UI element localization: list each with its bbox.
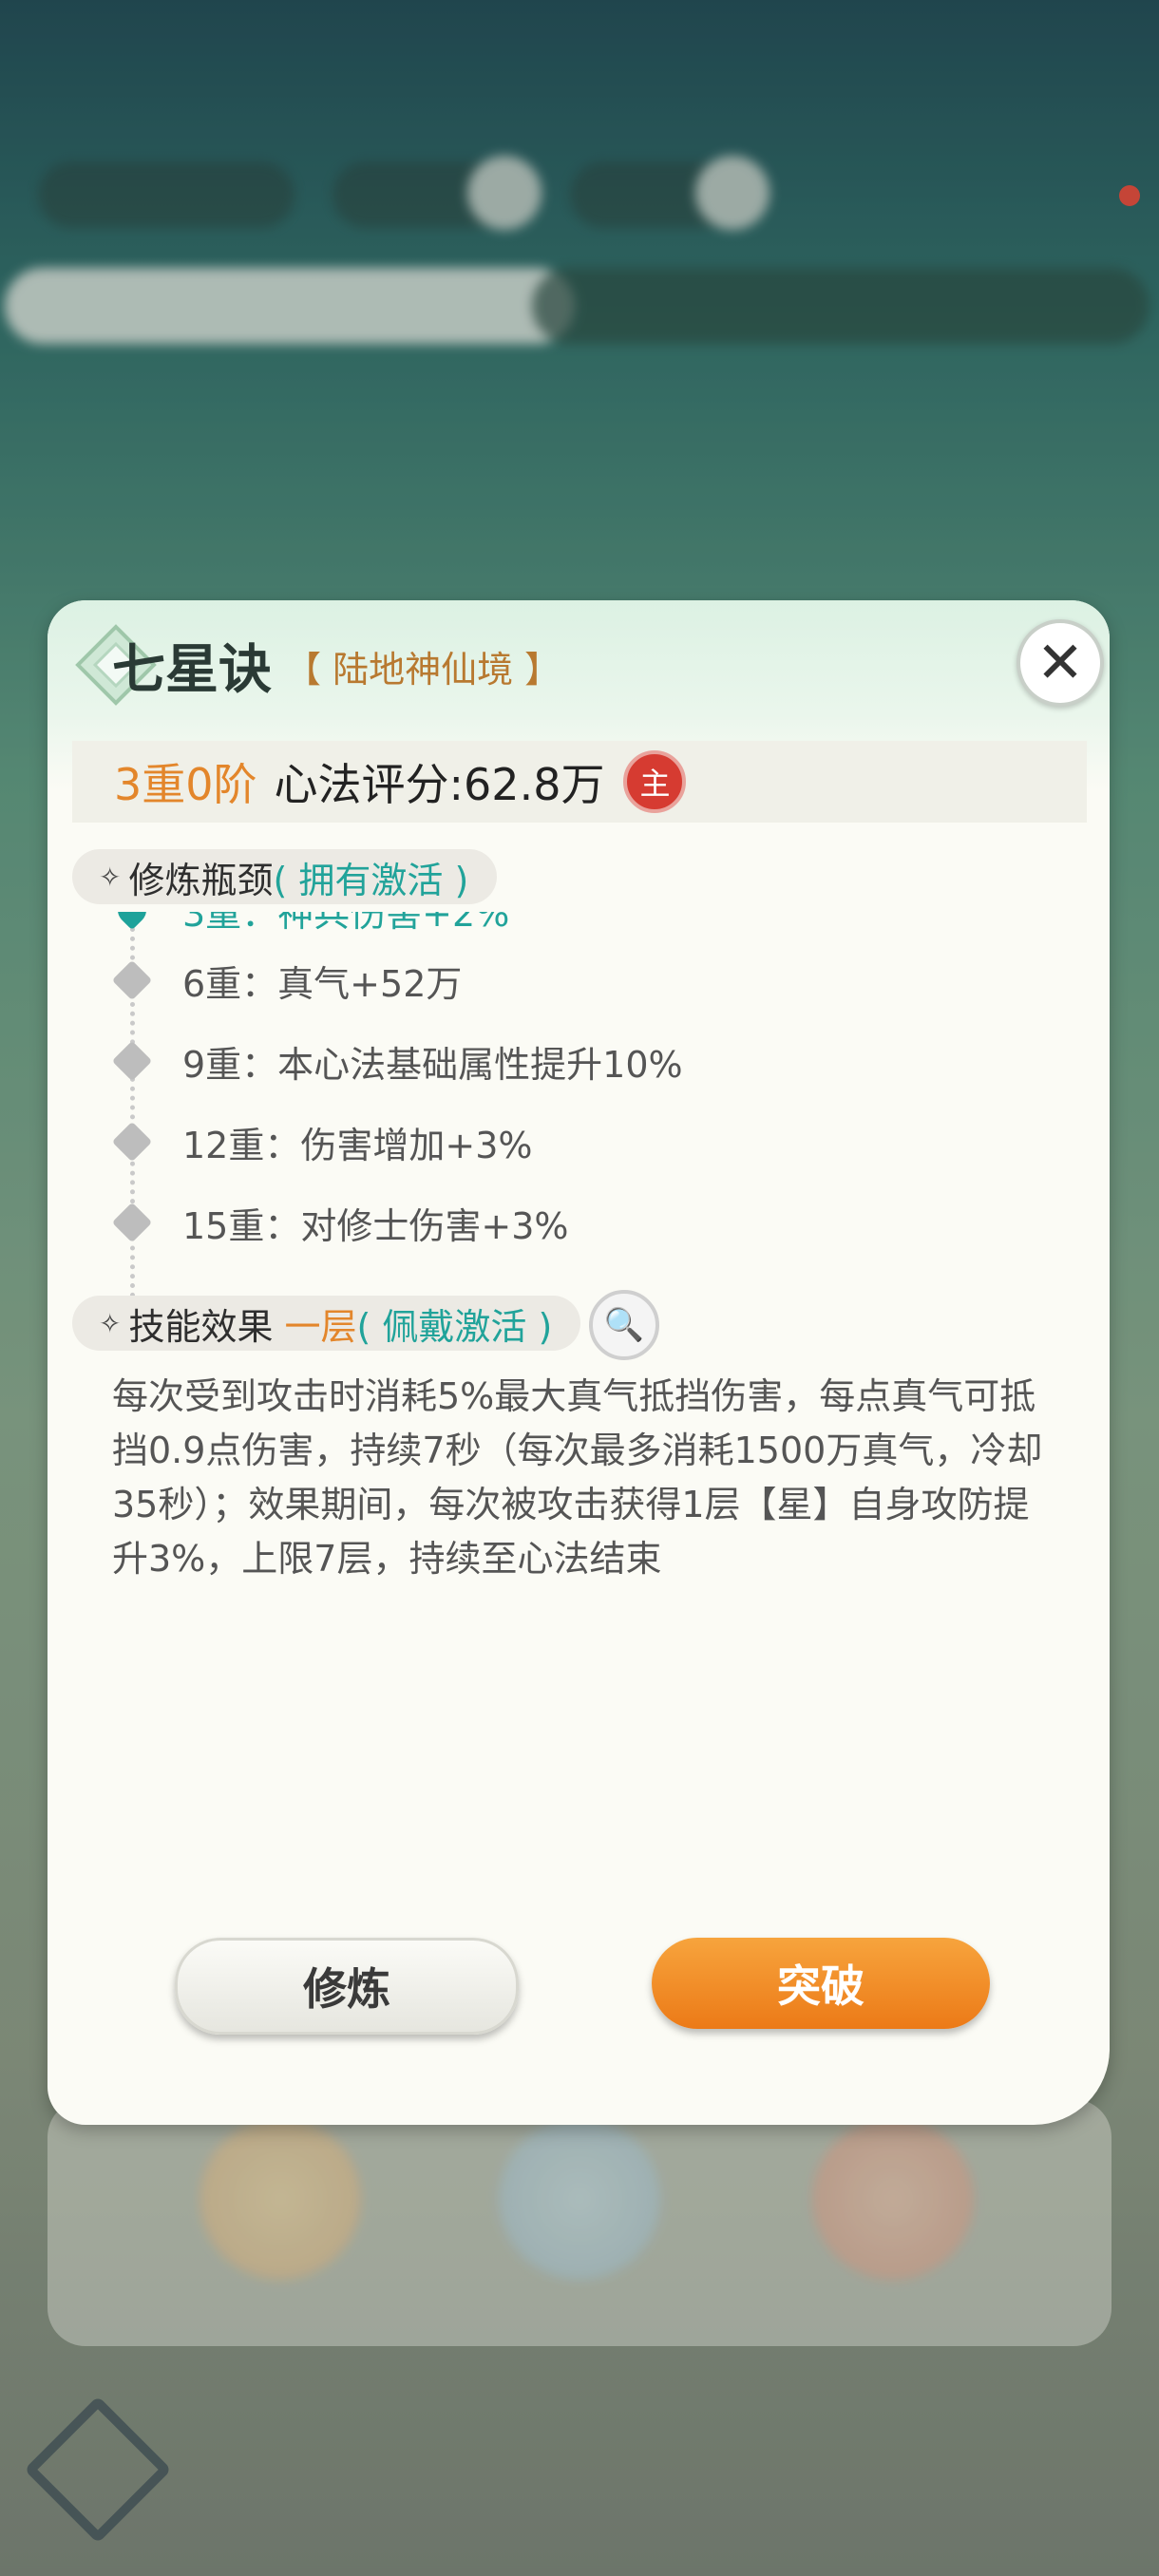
- realm-tag: 【 陆地神仙境 】: [285, 649, 561, 691]
- list-item: 9重：本心法基础属性提升10%: [86, 1032, 683, 1089]
- search-icon: 🔍: [603, 1306, 645, 1344]
- bottleneck-status: ( 拥有激活 ): [273, 859, 469, 901]
- list-item: 6重：真气+52万: [86, 952, 462, 1009]
- active-marker-icon: [111, 912, 153, 931]
- score-text: 心法评分:62.8万: [274, 759, 605, 810]
- dialog-title: 七星诀: [112, 639, 272, 701]
- diamond-marker-icon: [111, 1202, 153, 1243]
- diamond-marker-icon: [111, 959, 153, 1001]
- diamond-marker-icon: [111, 1121, 153, 1163]
- list-item: 15重：对修士伤害+3%: [86, 1194, 568, 1251]
- bottleneck-list[interactable]: 3重：神兵伤害+2% 6重：真气+52万 9重：本心法基础属性提升10% 12重…: [86, 912, 1074, 1303]
- skill-label: 技能效果: [128, 1305, 274, 1348]
- score-bar: 3重0阶 心法评分:62.8万 主: [72, 741, 1087, 823]
- train-button[interactable]: 修炼: [175, 1938, 519, 2035]
- sparkle-icon: ✧: [99, 861, 122, 893]
- magnifier-button[interactable]: 🔍: [589, 1290, 659, 1360]
- skill-level: 一层: [284, 1305, 357, 1348]
- diamond-marker-icon: [111, 1040, 153, 1082]
- bottleneck-section-header: ✧ 修炼瓶颈 ( 拥有激活 ): [72, 849, 498, 904]
- score-level: 3重0阶: [114, 759, 257, 810]
- skill-status: ( 佩戴激活 ): [356, 1305, 553, 1348]
- list-item: 12重：伤害增加+3%: [86, 1113, 532, 1170]
- bottleneck-label: 修炼瓶颈: [128, 859, 274, 901]
- close-button[interactable]: ✕: [1016, 619, 1104, 707]
- sparkle-icon: ✧: [99, 1307, 122, 1339]
- list-item: 3重：神兵伤害+2%: [86, 912, 509, 938]
- close-icon: ✕: [1036, 630, 1085, 696]
- skill-description: 每次受到攻击时消耗5%最大真气抵挡伤害，每点真气可抵挡0.9点伤害，持续7秒（每…: [112, 1375, 1043, 1580]
- skill-detail-dialog: 七星诀 【 陆地神仙境 】 ✕ 3重0阶 心法评分:62.8万 主 ✧ 修炼瓶颈…: [48, 600, 1110, 2125]
- skill-section-header: ✧ 技能效果 一层 ( 佩戴激活 ): [72, 1296, 581, 1351]
- breakthrough-button[interactable]: 突破: [652, 1938, 990, 2029]
- main-badge: 主: [623, 750, 687, 813]
